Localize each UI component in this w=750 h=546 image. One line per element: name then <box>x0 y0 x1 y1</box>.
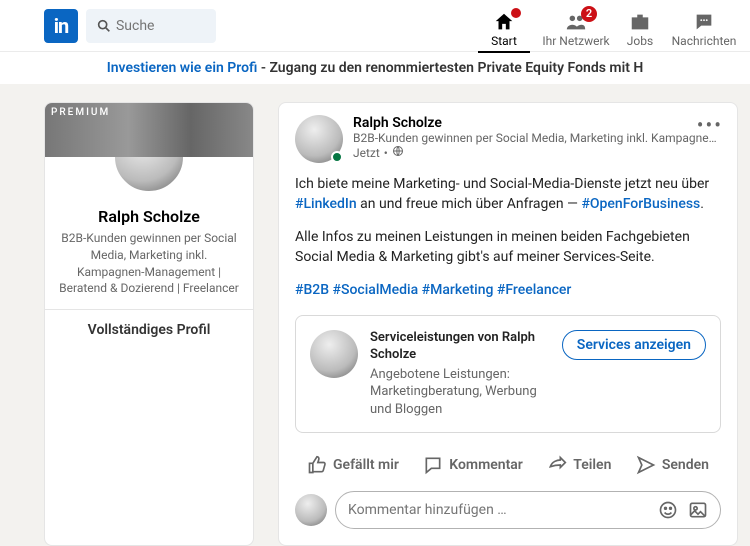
post-text: Ich biete meine Marketing- und Social-Me… <box>295 176 709 192</box>
thumbs-up-icon <box>307 455 327 475</box>
profile-name[interactable]: Ralph Scholze <box>45 207 253 226</box>
nav-network[interactable]: 2 Ihr Netzwerk <box>540 10 612 52</box>
linkedin-logo[interactable]: in <box>44 9 78 43</box>
send-button[interactable]: Senden <box>628 447 717 483</box>
author-headline: B2B-Kunden gewinnen per Social Media, Ma… <box>353 131 721 145</box>
view-full-profile[interactable]: Vollständiges Profil <box>45 309 253 352</box>
profile-card: PREMIUM Ralph Scholze B2B-Kunden gewinne… <box>44 102 254 546</box>
hashtag-openforbusiness[interactable]: #OpenForBusiness <box>581 196 700 212</box>
nav-jobs[interactable]: Jobs <box>612 10 668 52</box>
nav-messages[interactable]: Nachrichten <box>668 10 740 52</box>
post-actions: Gefällt mir Kommentar Teilen Senden <box>295 441 721 487</box>
speech-bubble-icon <box>423 455 443 475</box>
post-body: Ich biete meine Marketing- und Social-Me… <box>295 175 721 301</box>
service-title: Serviceleistungen von Ralph Scholze <box>370 330 550 364</box>
image-icon[interactable] <box>688 500 708 520</box>
search-icon <box>96 18 112 34</box>
comment-input-wrap[interactable] <box>335 491 721 529</box>
hashtag-row[interactable]: #B2B #SocialMedia #Marketing #Freelancer <box>295 281 721 301</box>
post-text: . <box>700 196 704 212</box>
briefcase-icon <box>629 10 651 34</box>
service-subtitle: Angebotene Leistungen: Marketingberatung… <box>370 366 550 419</box>
nav-label: Nachrichten <box>672 34 737 48</box>
user-avatar-small[interactable] <box>295 494 327 526</box>
action-label: Gefällt mir <box>333 457 399 473</box>
home-icon <box>493 10 515 34</box>
post-text: Alle Infos zu meinen Leistungen in meine… <box>295 228 721 267</box>
author-name[interactable]: Ralph Scholze <box>353 115 721 131</box>
nav-label: Start <box>491 34 517 48</box>
action-label: Senden <box>662 457 709 473</box>
post-time: Jetzt <box>353 146 380 160</box>
nav-home[interactable]: Start <box>468 10 540 52</box>
notification-badge: 2 <box>581 6 597 22</box>
emoji-icon[interactable] <box>658 500 678 520</box>
promo-link[interactable]: Investieren wie ein Profi <box>107 60 258 76</box>
action-label: Teilen <box>573 457 611 473</box>
comment-composer <box>295 487 721 539</box>
service-card[interactable]: Serviceleistungen von Ralph Scholze Ange… <box>295 315 721 433</box>
share-arrow-icon <box>547 455 567 475</box>
top-header: in Start 2 Ihr Netzwerk Jobs <box>0 0 750 52</box>
nav-label: Jobs <box>627 34 653 48</box>
top-nav: Start 2 Ihr Netzwerk Jobs Nachrichten <box>468 0 740 52</box>
premium-tag: PREMIUM <box>51 107 110 118</box>
service-avatar <box>310 330 358 378</box>
notification-badge <box>511 8 521 18</box>
action-label: Kommentar <box>449 457 523 473</box>
people-icon: 2 <box>565 10 587 34</box>
globe-icon <box>392 145 404 160</box>
profile-cover: PREMIUM <box>45 103 253 157</box>
profile-headline: B2B-Kunden gewinnen per Social Media, Ma… <box>45 226 253 309</box>
comment-button[interactable]: Kommentar <box>415 447 531 483</box>
search-box[interactable] <box>86 9 216 43</box>
post-menu-button[interactable]: ••• <box>697 113 723 137</box>
feed-post: ••• Ralph Scholze B2B-Kunden gewinnen pe… <box>278 102 738 546</box>
chat-icon <box>693 10 715 34</box>
presence-indicator <box>331 151 343 163</box>
services-button[interactable]: Services anzeigen <box>562 330 706 360</box>
post-header: Ralph Scholze B2B-Kunden gewinnen per So… <box>295 115 721 163</box>
nav-label: Ihr Netzwerk <box>542 34 609 48</box>
promo-bar[interactable]: Investieren wie ein Profi - Zugang zu de… <box>0 52 750 84</box>
post-text: an und freue mich über Anfragen — <box>357 196 582 212</box>
like-button[interactable]: Gefällt mir <box>299 447 407 483</box>
post-meta: Jetzt • <box>353 145 721 160</box>
hashtag-linkedin[interactable]: #LinkedIn <box>295 196 357 212</box>
send-icon <box>636 455 656 475</box>
search-input[interactable] <box>116 18 196 34</box>
promo-text: - Zugang zu den renommiertesten Private … <box>257 60 643 76</box>
share-button[interactable]: Teilen <box>539 447 619 483</box>
